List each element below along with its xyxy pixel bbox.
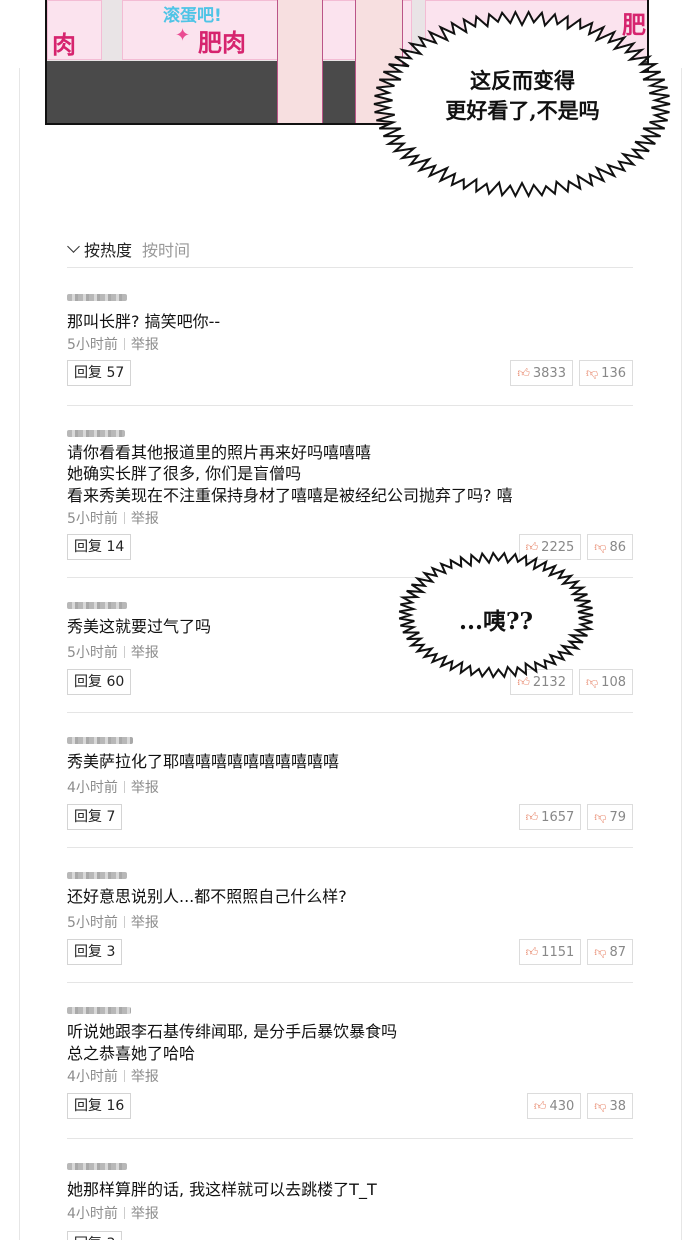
reply-button[interactable]: 回复 3 bbox=[67, 1231, 123, 1240]
like-button[interactable]: 👍︎ 1151 bbox=[518, 939, 582, 965]
dislike-button[interactable]: 👎︎ 38 bbox=[587, 1093, 633, 1119]
comment-text: 还好意思说别人...都不照照自己什么样? bbox=[67, 887, 347, 906]
report-link[interactable]: 举报 bbox=[131, 777, 159, 797]
comment-item: 听说她跟李石基传绯闻耶, 是分手后暴饮暴食吗 总之恭喜她了哈哈 4小时前 举报 … bbox=[67, 983, 633, 1139]
poster-mid-bottom: 肥肉 bbox=[198, 29, 246, 57]
comment-time: 5小时前 bbox=[67, 337, 118, 353]
like-button[interactable]: 👍︎ 3833 bbox=[510, 360, 573, 386]
comment-time: 4小时前 bbox=[67, 780, 118, 796]
thumbs-down-icon: 👎︎ bbox=[594, 1098, 607, 1113]
report-link[interactable]: 举报 bbox=[131, 912, 159, 932]
sparkle-icon: ✦ bbox=[175, 25, 191, 46]
comment-meta: 4小时前 举报 bbox=[67, 1066, 159, 1086]
figure-leg-left bbox=[277, 0, 323, 123]
reply-button[interactable]: 回复 60 bbox=[67, 669, 132, 695]
username-blurred bbox=[67, 430, 125, 437]
thumbs-down-icon: 👎︎ bbox=[594, 944, 607, 959]
username-blurred bbox=[67, 602, 127, 609]
poster-left: 肉 bbox=[47, 0, 102, 60]
thumbs-up-icon: 👍︎ bbox=[517, 365, 530, 380]
username-blurred bbox=[67, 1163, 127, 1170]
poster-left-text: 肉 bbox=[52, 31, 76, 59]
reply-button[interactable]: 回复 14 bbox=[67, 534, 132, 560]
report-link[interactable]: 举报 bbox=[131, 508, 159, 528]
like-count: 430 bbox=[549, 1098, 575, 1114]
comment-text: 那叫长胖? 搞笑吧你-- bbox=[67, 312, 221, 331]
comment-text: 她确实长胖了很多, 你们是盲僧吗 bbox=[67, 464, 302, 483]
comment-item: 那叫长胖? 搞笑吧你-- 5小时前 举报 回复 57 👍︎ 3833 👎︎ 136 bbox=[67, 270, 633, 406]
sort-by-time[interactable]: 按时间 bbox=[142, 237, 190, 261]
reply-button[interactable]: 回复 7 bbox=[67, 804, 123, 830]
thumbs-down-icon: 👎︎ bbox=[594, 539, 607, 554]
sort-by-hot[interactable]: 按热度 bbox=[67, 237, 132, 261]
vote-group: 👍︎ 430 👎︎ 38 bbox=[526, 1093, 633, 1119]
comment-text: 总之恭喜她了哈哈 bbox=[67, 1044, 196, 1063]
vote-group: 👍︎ 3833 👎︎ 136 bbox=[510, 360, 633, 386]
comment-meta: 4小时前 举报 bbox=[67, 1203, 159, 1223]
comment-meta: 5小时前 举报 bbox=[67, 508, 159, 528]
comment-text: 看来秀美现在不注重保持身材了嘻嘻是被经纪公司抛弃了吗? 嘻 bbox=[67, 486, 513, 505]
reply-button[interactable]: 回复 16 bbox=[67, 1093, 132, 1119]
comment-meta: 5小时前 举报 bbox=[67, 334, 159, 354]
comment-text: 请你看看其他报道里的照片再来好吗嘻嘻嘻 bbox=[67, 443, 372, 462]
dislike-count: 87 bbox=[609, 944, 626, 960]
dislike-count: 38 bbox=[609, 1098, 626, 1114]
like-count: 1657 bbox=[541, 809, 575, 825]
dislike-count: 79 bbox=[609, 809, 626, 825]
comment-meta: 4小时前 举报 bbox=[67, 777, 159, 797]
comment-time: 5小时前 bbox=[67, 915, 118, 931]
poster-mid: 滚蛋吧! ✦ 肥肉 bbox=[122, 0, 282, 60]
report-link[interactable]: 举报 bbox=[131, 1066, 159, 1086]
thumbs-down-icon: 👎︎ bbox=[585, 365, 599, 380]
comment-time: 4小时前 bbox=[67, 1206, 118, 1222]
speech-bubble-overlay: ...咦?? bbox=[396, 550, 596, 680]
comment-meta: 5小时前 举报 bbox=[67, 642, 159, 662]
dislike-count: 108 bbox=[601, 674, 626, 690]
reply-button[interactable]: 回复 57 bbox=[67, 360, 132, 386]
comment-section: 按热度 按时间 那叫长胖? 搞笑吧你-- 5小时前 举报 回复 57 👍︎ 383… bbox=[67, 230, 633, 1240]
speech-bubble-top: 这反而变得 更好看了,不是吗 bbox=[370, 8, 675, 200]
dislike-count: 136 bbox=[601, 365, 626, 381]
comment-text: 秀美这就要过气了吗 bbox=[67, 617, 212, 636]
dislike-button[interactable]: 👎︎ 79 bbox=[587, 804, 633, 830]
like-count: 1151 bbox=[541, 944, 575, 960]
comment-item: 秀美萨拉化了耶嘻嘻嘻嘻嘻嘻嘻嘻嘻嘻 4小时前 举报 回复 7 👍︎ 1657 👎︎… bbox=[67, 713, 633, 848]
vote-group: 👍︎ 1657 👎︎ 79 bbox=[518, 804, 633, 830]
report-link[interactable]: 举报 bbox=[131, 334, 159, 354]
username-blurred bbox=[67, 737, 133, 744]
like-button[interactable]: 👍︎ 430 bbox=[526, 1093, 582, 1119]
thumbs-up-icon: 👍︎ bbox=[525, 809, 539, 824]
thumbs-up-icon: 👍︎ bbox=[533, 1098, 547, 1113]
dislike-button[interactable]: 👎︎ 136 bbox=[578, 360, 633, 386]
chevron-down-icon bbox=[67, 240, 80, 253]
comment-meta: 5小时前 举报 bbox=[67, 912, 159, 932]
username-blurred bbox=[67, 872, 127, 879]
thumbs-down-icon: 👎︎ bbox=[594, 809, 607, 824]
sort-by-hot-label: 按热度 bbox=[84, 240, 133, 260]
report-link[interactable]: 举报 bbox=[131, 642, 159, 662]
username-blurred bbox=[67, 294, 127, 301]
comment-text: 听说她跟李石基传绯闻耶, 是分手后暴饮暴食吗 bbox=[67, 1022, 398, 1041]
comment-item: 还好意思说别人...都不照照自己什么样? 5小时前 举报 回复 3 👍︎ 1151… bbox=[67, 848, 633, 983]
comment-text: 秀美萨拉化了耶嘻嘻嘻嘻嘻嘻嘻嘻嘻嘻 bbox=[67, 752, 340, 771]
bubble-text-overlay: ...咦?? bbox=[459, 608, 533, 635]
comment-time: 5小时前 bbox=[67, 511, 118, 527]
dislike-count: 86 bbox=[609, 539, 626, 555]
comment-time: 4小时前 bbox=[67, 1069, 118, 1085]
comment-item: 她那样算胖的话, 我这样就可以去跳楼了T_T 4小时前 举报 回复 3 bbox=[67, 1139, 633, 1240]
like-button[interactable]: 👍︎ 1657 bbox=[518, 804, 582, 830]
report-link[interactable]: 举报 bbox=[131, 1203, 159, 1223]
sort-bar: 按热度 按时间 bbox=[67, 230, 633, 268]
username-blurred bbox=[67, 1007, 131, 1014]
vote-group: 👍︎ 1151 👎︎ 87 bbox=[518, 939, 633, 965]
thumbs-up-icon: 👍︎ bbox=[525, 944, 539, 959]
dislike-button[interactable]: 👎︎ 87 bbox=[587, 939, 633, 965]
comment-time: 5小时前 bbox=[67, 645, 118, 661]
bubble-text-top: 这反而变得 更好看了,不是吗 bbox=[445, 68, 600, 123]
comment-text: 她那样算胖的话, 我这样就可以去跳楼了T_T bbox=[67, 1180, 377, 1199]
reply-button[interactable]: 回复 3 bbox=[67, 939, 123, 965]
like-count: 3833 bbox=[532, 365, 566, 381]
